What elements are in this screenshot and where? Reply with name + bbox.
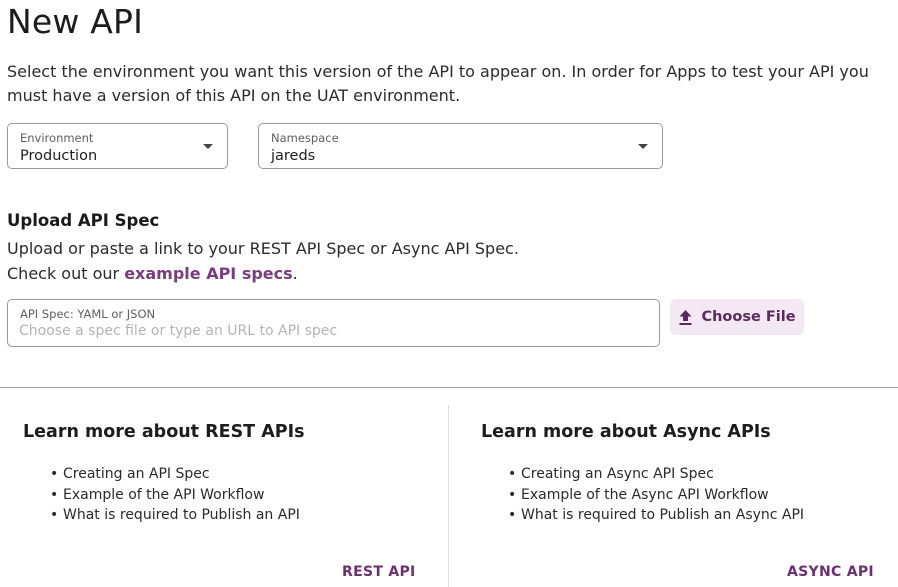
environment-label: Environment bbox=[20, 131, 94, 145]
divider-horizontal bbox=[0, 387, 898, 388]
rest-list: Creating an API Spec Example of the API … bbox=[50, 464, 300, 526]
environment-value: Production bbox=[20, 148, 98, 164]
intro-text: Select the environment you want this ver… bbox=[7, 62, 869, 105]
divider-vertical bbox=[448, 405, 449, 587]
upload-line-2-prefix: Check out our bbox=[7, 264, 125, 283]
upload-description: Upload or paste a link to your REST API … bbox=[7, 236, 519, 286]
async-list-item-creating-spec[interactable]: Creating an Async API Spec bbox=[508, 464, 804, 485]
async-list-item-publish[interactable]: What is required to Publish an Async API bbox=[508, 505, 804, 526]
upload-line-2-suffix: . bbox=[292, 264, 298, 283]
choose-file-label: Choose File bbox=[701, 309, 796, 325]
api-spec-field[interactable]: API Spec: YAML or JSON bbox=[7, 299, 660, 347]
api-spec-input[interactable] bbox=[19, 323, 639, 339]
async-heading: Learn more about Async APIs bbox=[481, 422, 771, 442]
caret-down-icon bbox=[638, 144, 648, 149]
api-spec-label: API Spec: YAML or JSON bbox=[20, 307, 156, 321]
upload-line-1: Upload or paste a link to your REST API … bbox=[7, 239, 519, 258]
rest-api-link[interactable]: REST API bbox=[342, 564, 416, 580]
environment-select[interactable]: Environment Production bbox=[7, 123, 228, 169]
namespace-value: jareds bbox=[271, 148, 316, 164]
choose-file-button[interactable]: Choose File bbox=[670, 299, 804, 335]
upload-icon bbox=[679, 309, 692, 325]
rest-heading: Learn more about REST APIs bbox=[23, 422, 305, 442]
async-list-item-workflow[interactable]: Example of the Async API Workflow bbox=[508, 485, 804, 506]
rest-list-item-creating-spec[interactable]: Creating an API Spec bbox=[50, 464, 300, 485]
caret-down-icon bbox=[203, 144, 213, 149]
upload-line-2: Check out our example API specs. bbox=[7, 261, 519, 286]
upload-heading: Upload API Spec bbox=[7, 211, 160, 230]
namespace-select[interactable]: Namespace jareds bbox=[258, 123, 663, 169]
rest-list-item-workflow[interactable]: Example of the API Workflow bbox=[50, 485, 300, 506]
async-list: Creating an Async API Spec Example of th… bbox=[508, 464, 804, 526]
async-api-link[interactable]: ASYNC API bbox=[787, 564, 874, 580]
rest-list-item-publish[interactable]: What is required to Publish an API bbox=[50, 505, 300, 526]
page-title: New API bbox=[7, 2, 144, 41]
namespace-label: Namespace bbox=[271, 131, 339, 145]
example-specs-link[interactable]: example API specs bbox=[124, 264, 292, 283]
